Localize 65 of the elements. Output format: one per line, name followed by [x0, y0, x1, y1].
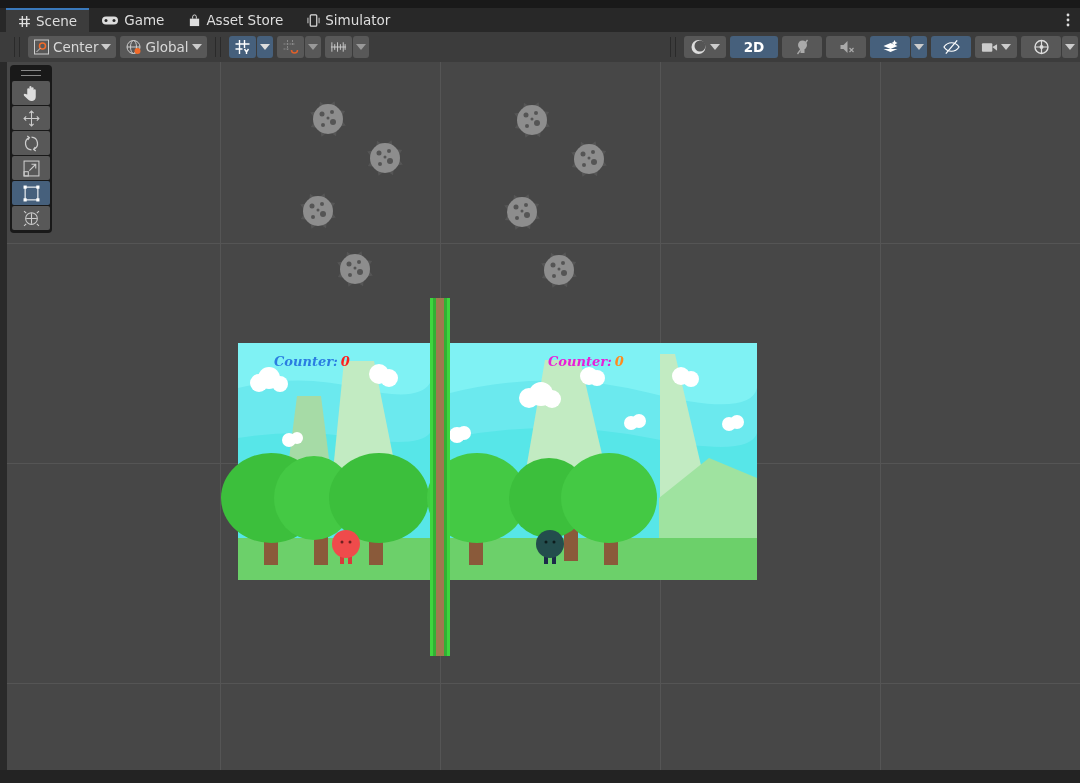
- dropdown-button[interactable]: [304, 36, 321, 58]
- sphere-icon: [690, 39, 707, 55]
- tab[interactable]: Simulator: [295, 8, 403, 32]
- move-arrows-icon: [22, 109, 40, 127]
- spiked-ball-icon: [539, 250, 579, 290]
- rect-tool-button[interactable]: [12, 181, 50, 205]
- gizmo-icon: [1032, 39, 1050, 55]
- spiked-ball-icon: [298, 191, 338, 231]
- spiked-ball-icon: [365, 138, 405, 178]
- scale-icon: [22, 159, 40, 177]
- speaker-button[interactable]: [826, 36, 866, 58]
- counter-value: 0: [614, 354, 624, 369]
- spiked-ball-icon: [512, 100, 552, 140]
- pivot-button[interactable]: Center: [28, 36, 117, 58]
- counter-label: Counter:: [274, 354, 338, 369]
- counter-label: Counter:: [548, 354, 612, 369]
- shading-button[interactable]: [684, 36, 726, 58]
- grid-icon: [18, 14, 31, 28]
- ruler-button[interactable]: [324, 36, 352, 58]
- rotate-tool-button[interactable]: [12, 131, 50, 155]
- more-options-icon[interactable]: [1066, 13, 1070, 27]
- gizmo-button[interactable]: [1021, 36, 1061, 58]
- caret-icon: [355, 44, 366, 50]
- globe-icon: [125, 39, 143, 55]
- shopping-bag-icon: [188, 13, 202, 27]
- hand-tool-button[interactable]: [12, 81, 50, 105]
- rect-transform-icon: [22, 184, 40, 202]
- ruler-icon: [329, 39, 347, 55]
- caret-icon: [1065, 44, 1075, 50]
- tab[interactable]: Game: [89, 8, 177, 32]
- caret-icon: [191, 44, 202, 50]
- transform-icon: [22, 209, 40, 227]
- spiked-ball-icon: [335, 249, 375, 289]
- eye-button[interactable]: [931, 36, 971, 58]
- pivot-icon: [33, 39, 50, 55]
- globe-button[interactable]: Global: [120, 36, 207, 58]
- dropdown-button[interactable]: [256, 36, 273, 58]
- camera-button[interactable]: [975, 36, 1017, 58]
- grid-snap-button[interactable]: [228, 36, 256, 58]
- layers-button[interactable]: [870, 36, 910, 58]
- caret-icon: [914, 44, 924, 50]
- move-tool-button[interactable]: [12, 106, 50, 130]
- rotate-icon: [22, 134, 40, 152]
- phone-icon: [307, 13, 321, 27]
- caret-icon: [101, 44, 112, 50]
- dropdown-button[interactable]: [352, 36, 369, 58]
- bulb-button[interactable]: [782, 36, 822, 58]
- caret-icon: [710, 44, 720, 50]
- grid-snap-icon: [233, 39, 251, 55]
- spiked-ball-icon: [569, 139, 609, 179]
- transform-tool-button[interactable]: [12, 206, 50, 230]
- dropdown-button[interactable]: [1062, 36, 1078, 58]
- counter-value: 0: [340, 354, 350, 369]
- tab[interactable]: Asset Store: [176, 8, 296, 32]
- caret-icon: [1001, 44, 1011, 50]
- scale-tool-button[interactable]: [12, 156, 50, 180]
- hidden-eye-icon: [942, 39, 960, 55]
- magnet-grid-icon: [281, 39, 299, 55]
- caret-icon: [259, 44, 270, 50]
- mode-button[interactable]: 2D: [730, 36, 778, 58]
- caret-icon: [307, 44, 318, 50]
- tab[interactable]: Scene: [6, 8, 90, 32]
- spiked-ball-icon: [308, 99, 348, 139]
- dropdown-button[interactable]: [911, 36, 927, 58]
- spiked-ball-icon: [502, 192, 542, 232]
